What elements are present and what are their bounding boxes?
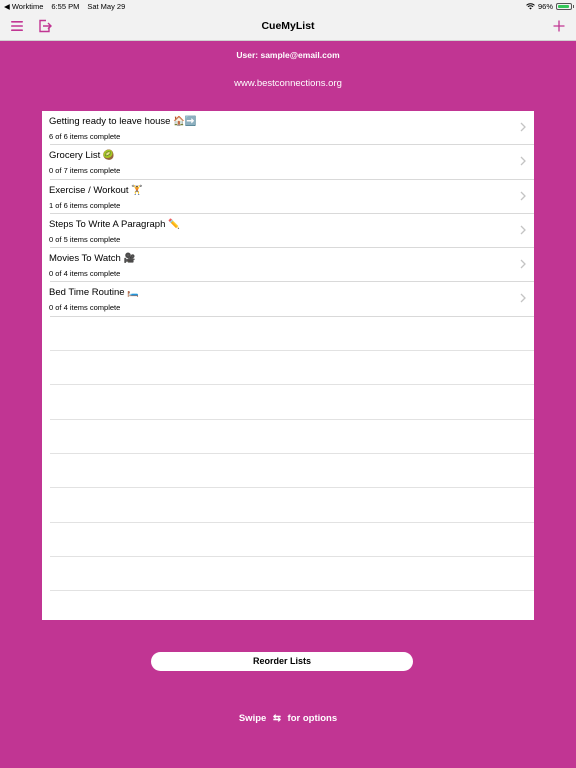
- list-progress: 0 of 7 items complete: [49, 166, 121, 176]
- status-bar: ◀ Worktime 6:55 PM Sat May 29 96%: [0, 0, 576, 12]
- status-time: 6:55 PM: [51, 1, 80, 11]
- list-row-movies[interactable]: Movies To Watch 🎥 0 of 4 items complete: [49, 248, 534, 283]
- list-row-getting-ready[interactable]: Getting ready to leave house 🏠➡️ 6 of 6 …: [49, 111, 534, 146]
- empty-table-row: [50, 591, 534, 620]
- chevron-right-icon: [520, 294, 526, 303]
- swipe-hint-suffix: for options: [287, 713, 338, 724]
- lists-table: Getting ready to leave house 🏠➡️ 6 of 6 …: [42, 111, 534, 620]
- empty-table-row: [50, 454, 534, 489]
- empty-table-row: [50, 351, 534, 386]
- empty-table-row: [50, 488, 534, 523]
- swipe-hint: Swipe ⇆ for options: [0, 713, 576, 724]
- website-link[interactable]: www.bestconnections.org: [0, 78, 576, 89]
- list-progress: 0 of 5 items complete: [49, 234, 121, 244]
- battery-percent: 96%: [537, 1, 553, 11]
- empty-table-row: [50, 523, 534, 557]
- list-title: Movies To Watch 🎥: [49, 253, 136, 265]
- chevron-right-icon: [520, 122, 526, 132]
- list-progress: 0 of 4 items complete: [49, 269, 121, 279]
- chevron-right-icon: [520, 225, 526, 235]
- swap-arrows-icon: ⇆: [272, 713, 281, 724]
- list-row-paragraph[interactable]: Steps To Write A Paragraph ✏️ 0 of 5 ite…: [49, 214, 534, 249]
- list-title: Exercise / Workout 🏋️: [49, 184, 144, 196]
- empty-table-row: [50, 557, 534, 592]
- list-row-bedtime[interactable]: Bed Time Routine 🛏️ 0 of 4 items complet…: [49, 282, 534, 317]
- user-email-label: User: sample@email.com: [236, 50, 340, 60]
- list-title: Getting ready to leave house 🏠➡️: [49, 116, 197, 127]
- export-icon[interactable]: [37, 18, 53, 34]
- swipe-hint-prefix: Swipe: [238, 713, 267, 724]
- plus-icon[interactable]: [551, 18, 567, 34]
- empty-table-row: [50, 385, 534, 420]
- empty-table-row: [50, 317, 534, 352]
- reorder-lists-button[interactable]: Reorder Lists: [151, 652, 413, 671]
- list-title: Grocery List 🥝: [49, 150, 115, 162]
- list-title: Bed Time Routine 🛏️: [49, 287, 139, 299]
- status-date: Sat May 29: [87, 1, 126, 11]
- list-progress: 1 of 6 items complete: [49, 200, 121, 210]
- page-title: CueMyList: [261, 20, 315, 32]
- list-progress: 0 of 4 items complete: [49, 303, 121, 313]
- chevron-right-icon: [520, 156, 526, 166]
- list-title: Steps To Write A Paragraph ✏️: [49, 218, 180, 230]
- back-to-app-link[interactable]: ◀ Worktime: [4, 2, 43, 11]
- navigation-bar: CueMyList: [0, 12, 576, 41]
- wifi-icon: [526, 2, 535, 9]
- battery-icon: [556, 2, 574, 10]
- list-row-grocery[interactable]: Grocery List 🥝 0 of 7 items complete: [49, 145, 534, 180]
- chevron-right-icon: [520, 259, 526, 269]
- chevron-right-icon: [520, 191, 526, 201]
- hamburger-icon[interactable]: [9, 18, 25, 34]
- list-progress: 6 of 6 items complete: [49, 132, 121, 141]
- empty-table-row: [50, 420, 534, 454]
- list-row-exercise[interactable]: Exercise / Workout 🏋️ 1 of 6 items compl…: [49, 180, 534, 214]
